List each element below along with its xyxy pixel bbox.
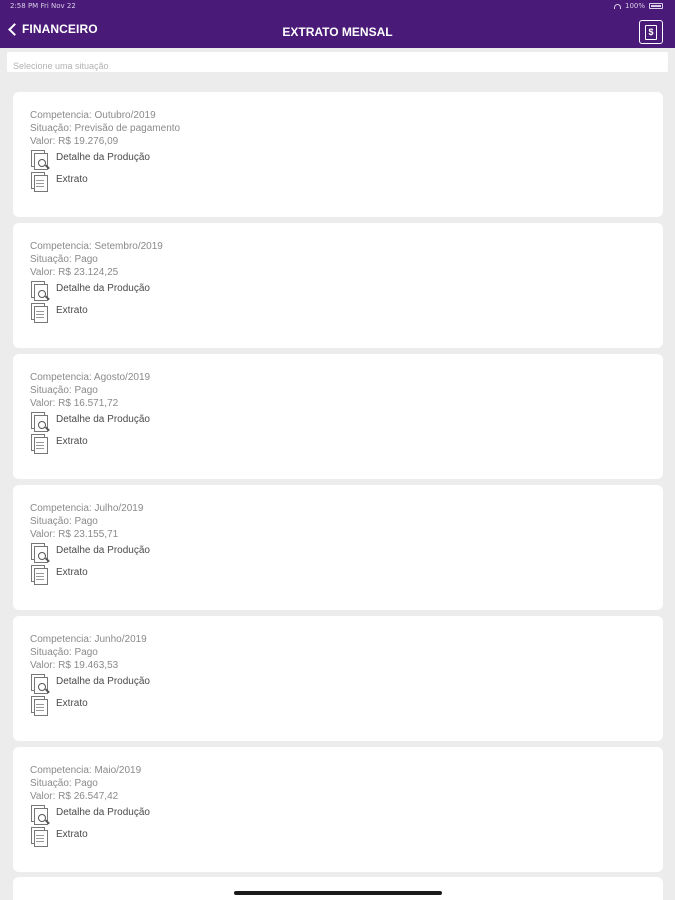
situation-filter-input[interactable]: Selecione uma situação (7, 52, 668, 72)
extrato-label: Extrato (56, 173, 88, 185)
extrato-link[interactable]: Extrato (30, 695, 646, 717)
document-icon (30, 434, 50, 454)
valor-text: Valor: R$ 16.571,72 (30, 398, 119, 409)
detalhe-producao-label: Detalhe da Produção (56, 544, 150, 556)
extrato-label: Extrato (56, 435, 88, 447)
document-search-icon (30, 150, 50, 170)
detalhe-producao-link[interactable]: Detalhe da Produção (30, 673, 646, 695)
wifi-icon (613, 3, 621, 9)
statement-card: Competencia: Maio/2019 Situação: Pago Va… (13, 747, 663, 872)
status-indicators: 100% (613, 2, 663, 10)
situacao-text: Situação: Pago (30, 647, 98, 658)
extrato-label: Extrato (56, 304, 88, 316)
document-icon (30, 303, 50, 323)
detalhe-producao-label: Detalhe da Produção (56, 413, 150, 425)
detalhe-producao-label: Detalhe da Produção (56, 806, 150, 818)
battery-text: 100% (624, 2, 645, 10)
document-search-icon (30, 412, 50, 432)
detalhe-producao-label: Detalhe da Produção (56, 675, 150, 687)
nav-header: 2:58 PM Fri Nov 22 100% FINANCEIRO EXTRA… (0, 0, 675, 48)
valor-text: Valor: R$ 23.155,71 (30, 529, 119, 540)
battery-icon (649, 3, 663, 9)
extrato-label: Extrato (56, 697, 88, 709)
receipt-button[interactable]: $ (639, 20, 663, 44)
situacao-text: Situação: Pago (30, 516, 98, 527)
extrato-link[interactable]: Extrato (30, 171, 646, 193)
valor-text: Valor: R$ 26.547,42 (30, 791, 119, 802)
statement-card: Competencia: Setembro/2019 Situação: Pag… (13, 223, 663, 348)
statement-card: Competencia: Julho/2019 Situação: Pago V… (13, 485, 663, 610)
status-time-text: 2:58 PM (10, 2, 39, 10)
document-icon (30, 696, 50, 716)
detalhe-producao-link[interactable]: Detalhe da Produção (30, 280, 646, 302)
page-title: EXTRATO MENSAL (282, 25, 393, 39)
statement-card: Competencia: Outubro/2019 Situação: Prev… (13, 92, 663, 217)
document-search-icon (30, 281, 50, 301)
document-icon (30, 565, 50, 585)
competencia-text: Competencia: Agosto/2019 (30, 372, 151, 383)
competencia-text: Competencia: Outubro/2019 (30, 110, 156, 121)
detalhe-producao-link[interactable]: Detalhe da Produção (30, 411, 646, 433)
situacao-text: Situação: Previsão de pagamento (30, 123, 181, 134)
statement-card-partial (13, 877, 663, 900)
document-search-icon (30, 543, 50, 563)
document-search-icon (30, 674, 50, 694)
valor-text: Valor: R$ 23.124,25 (30, 267, 119, 278)
situacao-text: Situação: Pago (30, 254, 98, 265)
detalhe-producao-link[interactable]: Detalhe da Produção (30, 804, 646, 826)
filter-placeholder: Selecione uma situação (13, 61, 109, 71)
situacao-text: Situação: Pago (30, 778, 98, 789)
extrato-link[interactable]: Extrato (30, 433, 646, 455)
status-date-text: Fri Nov 22 (40, 2, 76, 10)
extrato-link[interactable]: Extrato (30, 564, 646, 586)
document-search-icon (30, 805, 50, 825)
competencia-text: Competencia: Maio/2019 (30, 765, 142, 776)
document-icon (30, 172, 50, 192)
extrato-label: Extrato (56, 566, 88, 578)
valor-text: Valor: R$ 19.463,53 (30, 660, 119, 671)
extrato-link[interactable]: Extrato (30, 826, 646, 848)
statement-card: Competencia: Junho/2019 Situação: Pago V… (13, 616, 663, 741)
extrato-label: Extrato (56, 828, 88, 840)
competencia-text: Competencia: Setembro/2019 (30, 241, 163, 252)
competencia-text: Competencia: Julho/2019 (30, 503, 144, 514)
receipt-icon: $ (645, 24, 657, 40)
detalhe-producao-link[interactable]: Detalhe da Produção (30, 542, 646, 564)
statement-card: Competencia: Agosto/2019 Situação: Pago … (13, 354, 663, 479)
statement-list: Competencia: Outubro/2019 Situação: Prev… (13, 92, 663, 878)
detalhe-producao-label: Detalhe da Produção (56, 151, 150, 163)
extrato-link[interactable]: Extrato (30, 302, 646, 324)
situacao-text: Situação: Pago (30, 385, 98, 396)
home-indicator[interactable] (234, 891, 442, 895)
competencia-text: Competencia: Junho/2019 (30, 634, 147, 645)
detalhe-producao-label: Detalhe da Produção (56, 282, 150, 294)
status-time: 2:58 PM Fri Nov 22 (10, 2, 76, 10)
document-icon (30, 827, 50, 847)
valor-text: Valor: R$ 19.276,09 (30, 136, 119, 147)
detalhe-producao-link[interactable]: Detalhe da Produção (30, 149, 646, 171)
